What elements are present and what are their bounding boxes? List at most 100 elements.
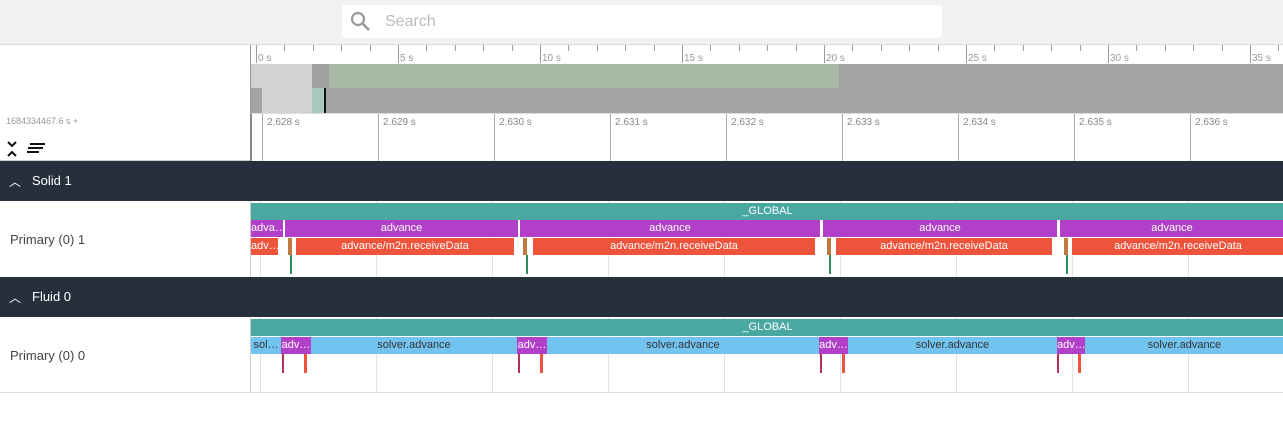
overview-tick — [312, 45, 314, 51]
overview-tick — [1079, 45, 1081, 51]
slice-advance[interactable]: adv… — [281, 337, 311, 354]
slice-receive[interactable]: advance/m2n.receiveData — [533, 238, 815, 255]
slice-marker[interactable] — [1064, 238, 1068, 255]
time-tick — [610, 114, 611, 162]
slice-marker[interactable] — [523, 238, 527, 255]
slice-solver[interactable]: solver.advance — [848, 337, 1057, 354]
left-panel: 1684334467.6 s + — [0, 45, 250, 161]
overview-tick — [682, 45, 683, 63]
time-tick — [842, 114, 843, 162]
overview-tick — [369, 45, 371, 51]
sort-icon[interactable] — [27, 142, 45, 154]
overview-tick-label: 30 s — [1110, 53, 1129, 64]
slice-marker[interactable] — [829, 255, 831, 274]
time-tick — [262, 114, 263, 162]
overview-tick — [341, 45, 343, 51]
overview-tick-label: 0 s — [258, 53, 272, 64]
slice-receive[interactable]: adv… — [251, 238, 278, 255]
slice-advance[interactable]: adva… — [251, 220, 283, 237]
slice-marker[interactable] — [526, 255, 528, 274]
overview-tick — [994, 45, 996, 51]
overview-tick-label: 10 s — [542, 53, 561, 64]
time-tick-label: 2.628 s — [267, 117, 300, 128]
viewport-marker[interactable] — [324, 88, 326, 113]
overview-tick — [1221, 45, 1223, 51]
slice-advance[interactable]: advance — [823, 220, 1057, 237]
slice-solver[interactable]: solver.advance — [547, 337, 819, 354]
time-tick — [494, 114, 495, 162]
slice-solver[interactable]: solver.advance — [1085, 337, 1283, 354]
overview-tick — [909, 45, 911, 51]
overview-tick — [767, 45, 769, 51]
track-fluid[interactable]: _GLOBAL sol… adv… solver.advance adv… so… — [250, 317, 1283, 392]
slice-marker[interactable] — [290, 255, 292, 274]
time-tick — [726, 114, 727, 162]
track-solid[interactable]: _GLOBAL adva… advance advance advance ad… — [250, 201, 1283, 277]
slice-marker[interactable] — [842, 354, 845, 373]
time-tick-label: 2.629 s — [383, 117, 416, 128]
group-header-solid[interactable]: ︿ Solid 1 — [0, 161, 1283, 201]
top-bar: Search — [0, 0, 1283, 45]
overview-tick — [1051, 45, 1053, 51]
overview-tick-label: 35 s — [1252, 53, 1271, 64]
slice-marker[interactable] — [827, 238, 831, 255]
slice-marker[interactable] — [304, 354, 307, 373]
slice-global[interactable]: _GLOBAL — [251, 319, 1283, 336]
slice-marker[interactable] — [1078, 354, 1081, 373]
overview-tick — [795, 45, 797, 51]
group-header-fluid[interactable]: ︿ Fluid 0 — [0, 277, 1283, 317]
slice-receive[interactable]: advance/m2n.receiveData — [1072, 238, 1283, 255]
overview-tick — [880, 45, 882, 51]
track-label: Primary (0) 1 — [10, 232, 86, 247]
slice-advance[interactable]: advance — [285, 220, 518, 237]
chevron-up-icon[interactable]: ︿ — [9, 173, 21, 190]
slice-global[interactable]: _GLOBAL — [251, 203, 1283, 220]
overview-tick — [1278, 45, 1280, 51]
slice-marker[interactable] — [820, 354, 822, 373]
overview-tick — [937, 45, 939, 51]
slice-advance[interactable]: advance — [1060, 220, 1283, 237]
divider — [0, 392, 1283, 393]
search-box[interactable]: Search — [342, 5, 942, 38]
time-tick-label: 2.635 s — [1079, 117, 1112, 128]
slice-advance[interactable]: adv… — [819, 337, 848, 354]
time-tick-label: 2.634 s — [963, 117, 996, 128]
overview-tick — [454, 45, 456, 51]
time-axis: 2.628 s 2.629 s 2.630 s 2.631 s 2.632 s 2.633… — [250, 113, 1283, 162]
time-tick — [378, 114, 379, 162]
overview-timeline[interactable]: 0 s 5 s 10 s 15 s 20 s 25 s 30 s 35 s — [250, 45, 1283, 113]
slice-marker[interactable] — [540, 354, 543, 373]
slice-receive[interactable]: advance/m2n.receiveData — [836, 238, 1052, 255]
slice-receive[interactable]: advance/m2n.receiveData — [296, 238, 514, 255]
overview-tick — [710, 45, 712, 51]
overview-tick — [653, 45, 655, 51]
overview-tick — [1250, 45, 1251, 63]
slice-marker[interactable] — [518, 354, 520, 373]
overview-tick — [1136, 45, 1138, 51]
slice-advance[interactable]: adv… — [1057, 337, 1085, 354]
slice-marker[interactable] — [1057, 354, 1059, 373]
time-tick-label: 2.633 s — [847, 117, 880, 128]
slice-solver[interactable]: solver.advance — [311, 337, 517, 354]
overview-tick — [483, 45, 485, 51]
overview-tick — [540, 45, 541, 63]
collapse-all-icon[interactable] — [6, 140, 18, 158]
overview-tick-label: 5 s — [400, 53, 414, 64]
overview-tick-label: 20 s — [826, 53, 845, 64]
overview-tick — [256, 45, 257, 63]
slice-marker[interactable] — [288, 238, 292, 255]
slice-marker[interactable] — [282, 354, 284, 373]
search-input[interactable]: Search — [385, 13, 436, 31]
slice-advance[interactable]: adv… — [517, 337, 547, 354]
time-tick-label: 2.632 s — [731, 117, 764, 128]
slice-solver[interactable]: sol… — [251, 337, 281, 354]
overview-tick — [824, 45, 825, 63]
overview-tick — [738, 45, 740, 51]
chevron-up-icon[interactable]: ︿ — [9, 289, 21, 306]
overview-tick — [426, 45, 428, 51]
slice-marker[interactable] — [1066, 255, 1068, 274]
overview-tick — [1164, 45, 1166, 51]
slice-advance[interactable]: advance — [520, 220, 820, 237]
overview-tick — [568, 45, 570, 51]
overview-tick — [1022, 45, 1024, 51]
